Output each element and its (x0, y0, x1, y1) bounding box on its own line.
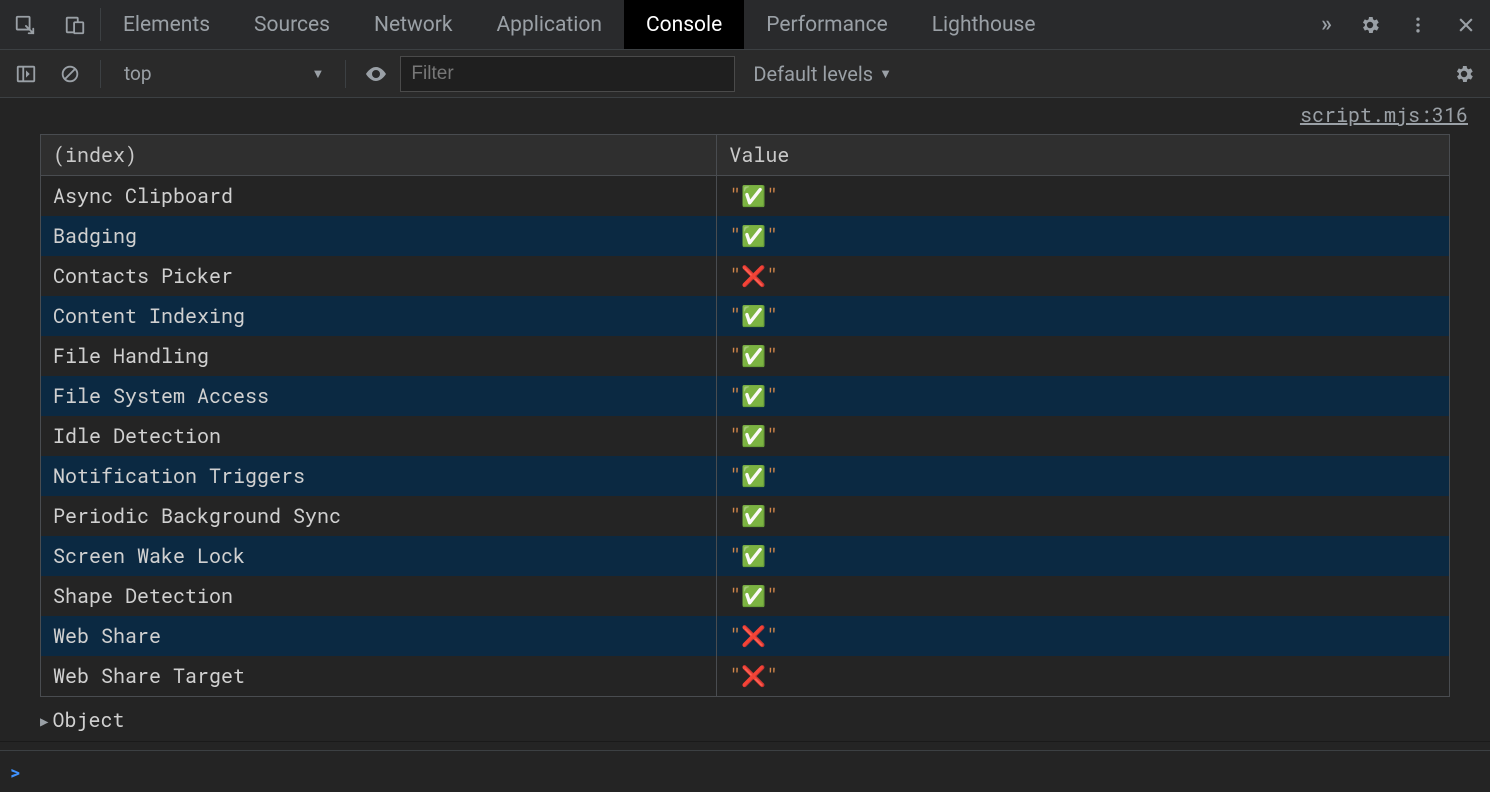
clear-console-icon[interactable] (50, 54, 90, 94)
table-cell-value: "✅" (717, 416, 1450, 456)
table-cell-index: Periodic Background Sync (41, 496, 717, 536)
table-row[interactable]: Periodic Background Sync"✅" (41, 496, 1450, 536)
table-cell-index: Web Share Target (41, 656, 717, 697)
table-cell-value: "❌" (717, 256, 1450, 296)
object-expander[interactable]: ▶ Object (0, 701, 1490, 741)
table-cell-value: "✅" (717, 176, 1450, 217)
table-row[interactable]: Content Indexing"✅" (41, 296, 1450, 336)
tab-sources[interactable]: Sources (232, 0, 352, 49)
table-row[interactable]: File Handling"✅" (41, 336, 1450, 376)
table-cell-value: "✅" (717, 296, 1450, 336)
table-row[interactable]: Web Share Target"❌" (41, 656, 1450, 697)
console-toolbar: top ▼ Default levels ▼ (0, 50, 1490, 98)
table-row[interactable]: Shape Detection"✅" (41, 576, 1450, 616)
console-message: script.mjs:316 (index) Value Async Clipb… (0, 98, 1490, 742)
vertical-divider (345, 60, 346, 88)
tabs-overflow-button[interactable]: » (1307, 0, 1346, 49)
table-cell-index: Contacts Picker (41, 256, 717, 296)
object-label: Object (52, 707, 124, 733)
execution-context-label: top (124, 62, 152, 85)
table-cell-value: "✅" (717, 216, 1450, 256)
tab-application[interactable]: Application (474, 0, 623, 49)
console-prompt[interactable]: > (0, 750, 1490, 792)
tab-network[interactable]: Network (352, 0, 475, 49)
table-cell-value: "✅" (717, 336, 1450, 376)
table-cell-index: Badging (41, 216, 717, 256)
table-row[interactable]: Async Clipboard"✅" (41, 176, 1450, 217)
device-toggle-icon[interactable] (50, 0, 100, 49)
tab-console[interactable]: Console (624, 0, 744, 49)
table-cell-value: "✅" (717, 456, 1450, 496)
table-header-cell[interactable]: (index) (41, 135, 717, 176)
execution-context-select[interactable]: top ▼ (113, 57, 335, 90)
console-table: (index) Value Async Clipboard"✅"Badging"… (40, 134, 1450, 697)
table-row[interactable]: Badging"✅" (41, 216, 1450, 256)
table-cell-value: "✅" (717, 496, 1450, 536)
table-cell-value: "✅" (717, 576, 1450, 616)
table-header-row: (index) Value (41, 135, 1450, 176)
inspect-element-icon[interactable] (0, 0, 50, 49)
live-expression-eye-icon[interactable] (356, 54, 396, 94)
log-levels-label: Default levels (753, 62, 873, 86)
prompt-caret-icon: > (10, 760, 21, 784)
table-cell-index: Idle Detection (41, 416, 717, 456)
table-cell-index: Async Clipboard (41, 176, 717, 217)
expand-triangle-icon: ▶ (40, 711, 48, 730)
table-cell-value: "✅" (717, 536, 1450, 576)
tab-performance[interactable]: Performance (744, 0, 909, 49)
table-cell-index: File System Access (41, 376, 717, 416)
table-row[interactable]: Screen Wake Lock"✅" (41, 536, 1450, 576)
chevron-down-icon: ▼ (879, 66, 892, 82)
table-header-cell[interactable]: Value (717, 135, 1450, 176)
table-cell-value: "✅" (717, 376, 1450, 416)
table-row[interactable]: Web Share"❌" (41, 616, 1450, 656)
table-cell-index: Web Share (41, 616, 717, 656)
message-source-link[interactable]: script.mjs:316 (0, 98, 1490, 134)
table-cell-value: "❌" (717, 656, 1450, 697)
table-row[interactable]: Idle Detection"✅" (41, 416, 1450, 456)
console-messages: script.mjs:316 (index) Value Async Clipb… (0, 98, 1490, 750)
tabbar-right-controls (1346, 0, 1490, 49)
console-settings-gear-icon[interactable] (1444, 54, 1484, 94)
tab-elements[interactable]: Elements (101, 0, 232, 49)
vertical-divider (100, 60, 101, 88)
toggle-sidebar-icon[interactable] (6, 54, 46, 94)
table-cell-index: File Handling (41, 336, 717, 376)
table-cell-index: Shape Detection (41, 576, 717, 616)
settings-gear-icon[interactable] (1346, 14, 1394, 36)
chevron-down-icon: ▼ (312, 66, 325, 82)
filter-input[interactable] (400, 56, 735, 92)
table-cell-index: Content Indexing (41, 296, 717, 336)
tabs-list: ElementsSourcesNetworkApplicationConsole… (101, 0, 1307, 49)
devtools-tabbar: ElementsSourcesNetworkApplicationConsole… (0, 0, 1490, 50)
table-cell-value: "❌" (717, 616, 1450, 656)
close-devtools-icon[interactable] (1442, 15, 1490, 35)
table-row[interactable]: Notification Triggers"✅" (41, 456, 1450, 496)
table-cell-index: Notification Triggers (41, 456, 717, 496)
table-row[interactable]: File System Access"✅" (41, 376, 1450, 416)
kebab-menu-icon[interactable] (1394, 15, 1442, 35)
tab-lighthouse[interactable]: Lighthouse (910, 0, 1058, 49)
table-row[interactable]: Contacts Picker"❌" (41, 256, 1450, 296)
table-cell-index: Screen Wake Lock (41, 536, 717, 576)
log-levels-select[interactable]: Default levels ▼ (739, 62, 906, 86)
